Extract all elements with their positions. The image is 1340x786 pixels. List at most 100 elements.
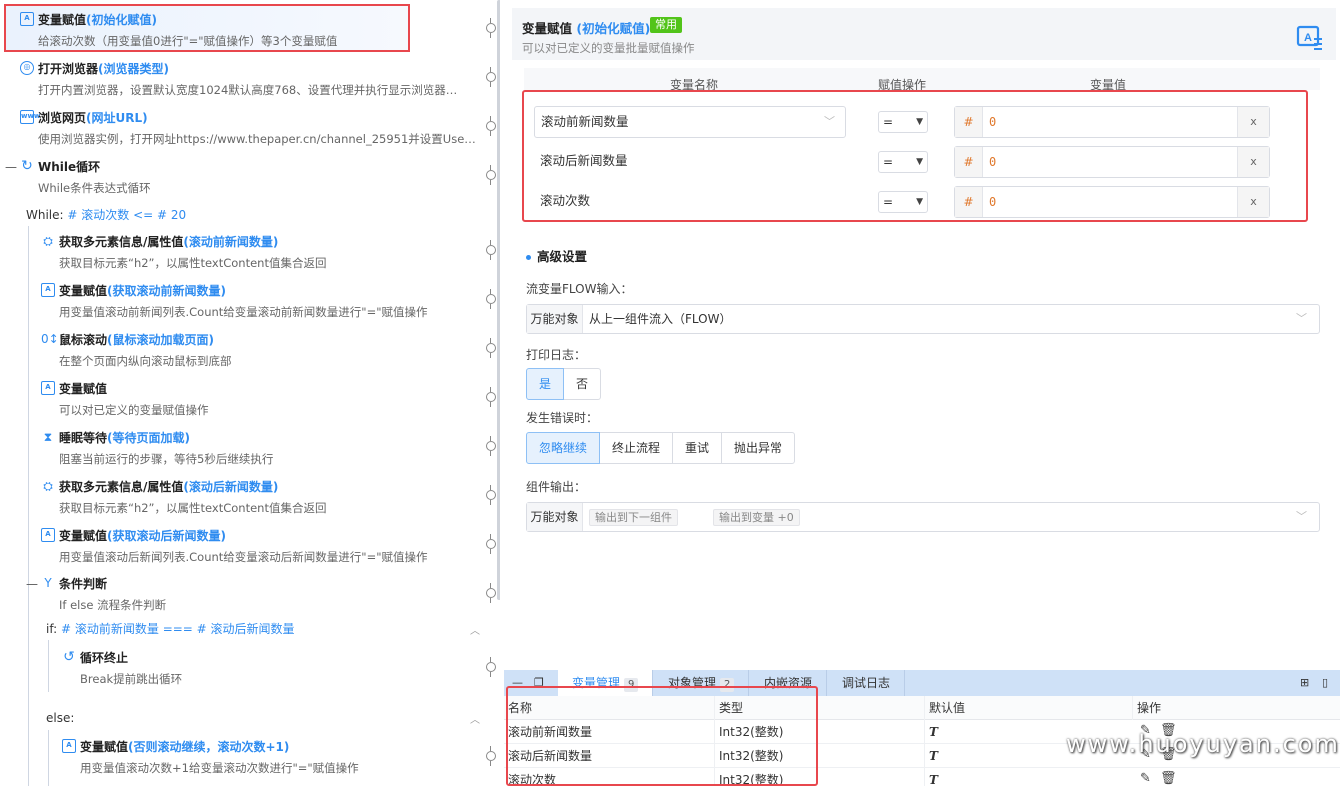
tab-variables[interactable]: 变量管理 9 — [558, 670, 654, 696]
loop-break-icon: ↺ — [63, 649, 75, 665]
number-type-icon[interactable]: # — [955, 107, 983, 137]
connector-node[interactable] — [486, 746, 496, 766]
number-type-icon[interactable]: # — [955, 147, 983, 177]
print-log-label: 打印日志： — [526, 348, 587, 362]
variable-assign-icon: A — [41, 528, 55, 542]
connector-node[interactable] — [486, 18, 496, 38]
edit-icon[interactable]: ✎ — [1140, 771, 1151, 786]
connector-node[interactable] — [486, 116, 496, 136]
connector-node[interactable] — [486, 583, 496, 603]
variable-assign-icon: A — [41, 283, 55, 297]
retry-button[interactable]: 重试 — [672, 432, 723, 464]
variable-name-select[interactable]: 滚动后新闻数量 — [534, 146, 846, 178]
step-title: 变量赋值 — [59, 382, 108, 396]
output-tag[interactable]: 输出到下一组件 — [589, 509, 678, 526]
svg-text:A: A — [1304, 32, 1312, 44]
assign-op-select[interactable]: = ▼ — [878, 151, 928, 173]
terminate-flow-button[interactable]: 终止流程 — [599, 432, 674, 464]
connector-node[interactable] — [486, 165, 496, 185]
clear-button[interactable]: x — [1237, 147, 1269, 177]
clear-button[interactable]: x — [1237, 107, 1269, 137]
type-prefix: 万能对象 — [527, 305, 583, 333]
variable-assign-icon: A — [1296, 25, 1322, 50]
number-type-icon[interactable]: # — [955, 187, 983, 217]
connector-node[interactable] — [486, 657, 496, 677]
collapse-while-toggle[interactable]: — — [5, 160, 17, 174]
chevron-down-icon: ▼ — [916, 157, 923, 167]
variable-value-input[interactable]: # 0 x — [954, 106, 1270, 138]
step-title: 打开浏览器(浏览器类型) — [38, 62, 169, 76]
variables-table-header: 名称 类型 默认值 操作 — [504, 696, 1340, 720]
connector-node[interactable] — [486, 338, 496, 358]
chevron-down-icon: ▼ — [916, 197, 923, 207]
bottom-tabs: — ❐ 变量管理 9 对象管理 2 内嵌资源 调试日志 ⊞ ▯ — [504, 670, 1340, 696]
tab-embedded-resources[interactable]: 内嵌资源 — [750, 670, 828, 696]
browser-icon: ◎ — [20, 61, 34, 75]
mouse-scroll-icon: 0↕ — [41, 332, 59, 346]
assign-op-select[interactable]: = ▼ — [878, 191, 928, 213]
variable-assign-icon: A — [41, 381, 55, 395]
connector-node[interactable] — [486, 289, 496, 309]
ignore-continue-button[interactable]: 忽略继续 — [526, 432, 601, 464]
col-assign-op: 赋值操作 — [878, 78, 927, 92]
component-output-label: 组件输出： — [526, 480, 587, 494]
tab-objects[interactable]: 对象管理 2 — [654, 670, 750, 696]
step-desc: 获取目标元素“h2”，以属性textContent值集合返回 — [59, 256, 327, 270]
else-body-line — [48, 730, 49, 786]
if-condition[interactable]: if: # 滚动前新闻数量 === # 滚动后新闻数量 — [46, 620, 295, 638]
chevron-down-icon: ▼ — [916, 117, 923, 127]
component-desc: 可以对已定义的变量批量赋值操作 — [522, 41, 695, 55]
app-window: A 变量赋值(初始化赋值) 给滚动次数（用变量值0进行"="赋值操作）等3个变量… — [0, 0, 1340, 786]
component-title: 变量赋值 (初始化赋值) — [522, 21, 651, 36]
step-title: 获取多元素信息/属性值(滚动前新闻数量) — [59, 235, 279, 249]
log-yes-button[interactable]: 是 — [526, 368, 565, 400]
advanced-settings-title: 高级设置 — [526, 246, 587, 265]
while-condition[interactable]: While: # 滚动次数 <= # 20 — [26, 206, 186, 224]
step-title: 浏览网页(网址URL) — [38, 111, 148, 125]
hourglass-icon: ⧗ — [43, 430, 53, 444]
flow-panel: A 变量赋值(初始化赋值) 给滚动次数（用变量值0进行"="赋值操作）等3个变量… — [0, 0, 500, 786]
connector-node[interactable] — [486, 485, 496, 505]
variable-name-select[interactable]: 滚动前新闻数量 ﹀ — [534, 106, 846, 138]
clear-button[interactable]: x — [1237, 187, 1269, 217]
common-badge: 常用 — [650, 17, 682, 33]
chevron-up-icon[interactable]: ︿ — [470, 622, 480, 637]
step-desc: 给滚动次数（用变量值0进行"="赋值操作）等3个变量赋值 — [38, 34, 338, 48]
restore-icon[interactable]: ❐ — [534, 676, 544, 689]
log-no-button[interactable]: 否 — [563, 368, 602, 400]
table-row[interactable]: 滚动次数 Int32(整数) T ✎ 🗑 — [504, 768, 1340, 786]
connector-node[interactable] — [486, 534, 496, 554]
watermark: www.huoyuyan.com — [1066, 730, 1340, 758]
minimize-icon[interactable]: — — [512, 676, 523, 689]
step-desc: Break提前跳出循环 — [80, 672, 183, 686]
connector-node[interactable] — [486, 387, 496, 407]
throw-exception-button[interactable]: 抛出异常 — [721, 432, 796, 464]
step-title: 变量赋值(获取滚动后新闻数量) — [59, 529, 226, 543]
connector-node[interactable] — [486, 240, 496, 260]
connector-node[interactable] — [486, 436, 496, 456]
col-variable-value: 变量值 — [1090, 78, 1127, 92]
component-output-select[interactable]: 万能对象 输出到下一组件 输出到变量 +0 ﹀ — [526, 502, 1320, 532]
windows-icon[interactable]: ⊞ — [1300, 676, 1309, 689]
collapse-condition-toggle[interactable]: — — [26, 577, 38, 591]
tab-debug-log[interactable]: 调试日志 — [828, 670, 906, 696]
chevron-up-icon[interactable]: ︿ — [470, 711, 480, 726]
mobile-icon[interactable]: ▯ — [1322, 676, 1328, 689]
left-scrollbar[interactable] — [497, 0, 500, 600]
step-desc: 用变量值滚动前新闻列表.Count给变量滚动前新闻数量进行"="赋值操作 — [59, 305, 428, 319]
output-tag[interactable]: 输出到变量 +0 — [713, 509, 800, 526]
trash-icon[interactable]: 🗑 — [1160, 771, 1177, 786]
loop-icon: ↻ — [21, 158, 33, 174]
flow-input-select[interactable]: 万能对象 从上一组件流入（FLOW） ﹀ — [526, 304, 1320, 334]
variable-name-select[interactable]: 滚动次数 — [534, 186, 846, 218]
step-desc: 用变量值滚动次数+1给变量滚动次数进行"="赋值操作 — [80, 761, 359, 775]
elements-icon: ⛭ — [43, 234, 53, 248]
step-title: 条件判断 — [59, 577, 108, 591]
connector-node[interactable] — [486, 67, 496, 87]
component-header: 变量赋值 (初始化赋值) 常用 可以对已定义的变量批量赋值操作 A — [512, 8, 1336, 60]
assign-op-select[interactable]: = ▼ — [878, 111, 928, 133]
variable-value-input[interactable]: # 0 x — [954, 186, 1270, 218]
variable-value-input[interactable]: # 0 x — [954, 146, 1270, 178]
step-title: 变量赋值(初始化赋值) — [38, 13, 157, 27]
else-branch-label[interactable]: else: — [46, 709, 74, 727]
